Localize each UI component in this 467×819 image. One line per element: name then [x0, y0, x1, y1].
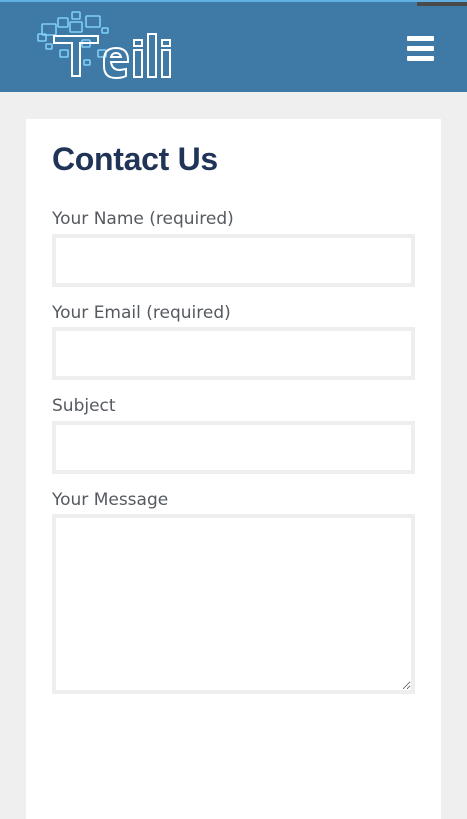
page-title: Contact Us — [52, 141, 218, 177]
menu-bar — [407, 46, 434, 51]
contact-form-card: Contact Us Your Name (required) Your Ema… — [26, 119, 441, 819]
email-input[interactable] — [52, 327, 415, 380]
menu-bar — [407, 36, 434, 41]
subject-label: Subject — [52, 396, 116, 416]
site-logo[interactable] — [36, 10, 186, 82]
header-corner-strip — [417, 2, 467, 6]
message-textarea[interactable] — [52, 514, 415, 694]
site-header — [0, 0, 467, 92]
menu-bar — [407, 56, 434, 61]
hamburger-menu-icon[interactable] — [404, 32, 438, 66]
message-label: Your Message — [52, 490, 169, 510]
subject-input[interactable] — [52, 421, 415, 474]
name-input[interactable] — [52, 234, 415, 287]
email-label: Your Email (required) — [52, 303, 231, 323]
name-label: Your Name (required) — [52, 209, 234, 229]
